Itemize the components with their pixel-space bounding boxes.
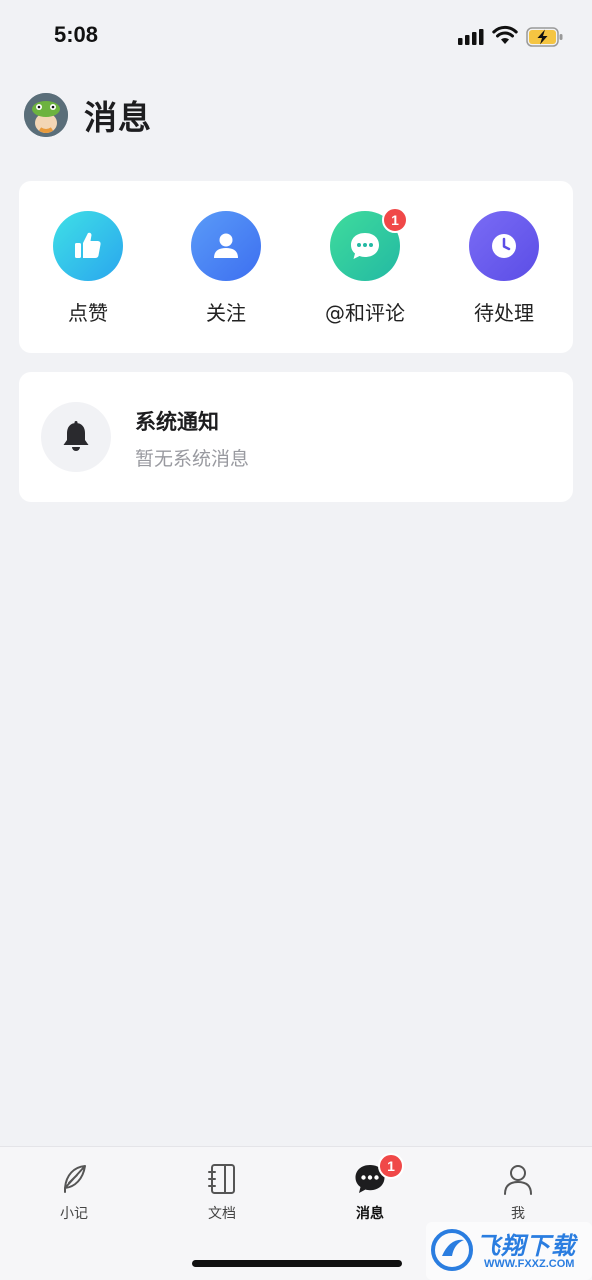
page-title: 消息 [84, 98, 152, 137]
tab-icon-wrap [498, 1159, 538, 1199]
avatar[interactable] [24, 93, 68, 137]
action-label: @和评论 [325, 301, 405, 325]
tab-me[interactable]: 我 [468, 1159, 568, 1223]
page-header: 消息 [24, 92, 152, 138]
likes-circle [53, 211, 123, 281]
tab-documents[interactable]: 文档 [172, 1159, 272, 1223]
action-mentions-comments[interactable]: 1 @和评论 [305, 207, 425, 326]
follows-circle [191, 211, 261, 281]
action-label: 待处理 [474, 301, 534, 325]
cellular-signal-icon [458, 29, 484, 45]
notice-title: 系统通知 [135, 410, 219, 434]
thumbs-up-icon [75, 232, 101, 258]
clock-icon [492, 234, 516, 258]
tab-label: 消息 [356, 1206, 384, 1222]
tab-notes[interactable]: 小记 [24, 1159, 124, 1223]
watermark-logo-icon [431, 1229, 473, 1271]
tab-label: 小记 [60, 1206, 88, 1222]
action-likes[interactable]: 点赞 [28, 211, 148, 326]
unread-badge: 1 [382, 207, 408, 233]
tab-label: 文档 [208, 1206, 236, 1222]
pending-circle [469, 211, 539, 281]
home-indicator[interactable] [192, 1260, 402, 1267]
tab-icon-wrap [54, 1159, 94, 1199]
system-notice-item[interactable]: 系统通知 暂无系统消息 [19, 372, 573, 502]
user-icon [504, 1165, 532, 1195]
watermark-name: 飞翔下载 [476, 1232, 576, 1260]
notebook-icon [208, 1164, 235, 1194]
notice-subtitle: 暂无系统消息 [135, 448, 250, 470]
action-follows[interactable]: 关注 [166, 211, 286, 326]
status-time: 5:08 [54, 22, 99, 47]
action-label: 关注 [206, 301, 246, 325]
watermark: 飞翔下载 WWW.FXXZ.COM [426, 1222, 592, 1280]
action-label: 点赞 [68, 301, 108, 325]
unread-badge: 1 [378, 1153, 404, 1179]
action-pending[interactable]: 待处理 [444, 211, 564, 326]
chat-bubble-icon [351, 233, 379, 259]
bell-circle [41, 402, 111, 472]
status-bar: 5:08 [0, 0, 592, 72]
feather-icon [64, 1165, 86, 1193]
person-icon [214, 233, 238, 258]
wifi-icon [492, 25, 518, 44]
tab-icon-wrap: 1 [350, 1153, 404, 1199]
tab-messages[interactable]: 1 消息 [320, 1153, 420, 1223]
bell-icon [63, 421, 89, 451]
quick-actions-card: 点赞 关注 1 @和评论 待处理 [19, 181, 573, 353]
battery-charging-icon [526, 27, 563, 47]
tab-icon-wrap [202, 1159, 242, 1199]
messages-screen: 5:08 消息 点赞 关注 1 @和评论 待处理 系统通知 暂无系统消息 小记 … [0, 0, 592, 1280]
mentions-circle: 1 [330, 207, 408, 281]
watermark-url: WWW.FXXZ.COM [484, 1258, 575, 1270]
tab-label: 我 [511, 1206, 525, 1222]
